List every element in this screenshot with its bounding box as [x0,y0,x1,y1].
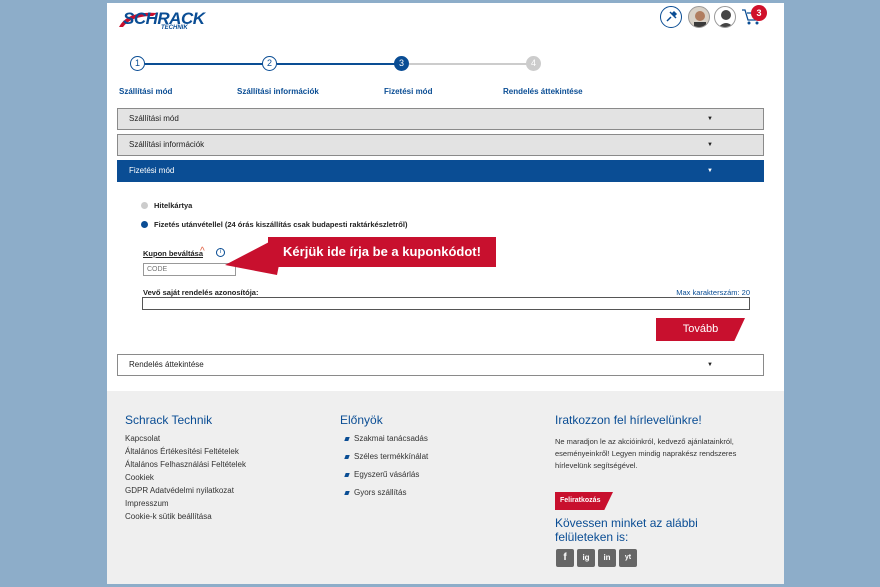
accordion-payment-mode[interactable]: Fizetési mód ▼ [117,160,764,182]
bullet-icon [344,490,350,495]
person-photo-icon [689,7,709,27]
instagram-icon[interactable]: ig [577,549,595,567]
chevron-down-icon: ▼ [707,362,713,368]
accordion-shipping-info[interactable]: Szállítási információk ▼ [117,134,764,156]
step-1-circle[interactable]: 1 [130,56,145,71]
footer-benefit-text: Egyszerű vásárlás [354,470,420,479]
bullet-icon [344,436,350,441]
footer-col3-title: Iratkozzon fel hírlevelünkre! [555,413,702,427]
order-id-input[interactable] [142,297,750,310]
coupon-toggle-label[interactable]: Kupon beváltása [143,249,203,258]
pin-button[interactable] [660,6,682,28]
logo-subtext: TECHNIK [161,25,188,31]
footer-link[interactable]: Cookie-k sütik beállítása [125,512,212,521]
chevron-down-icon: ▼ [707,142,713,148]
footer-benefit-item: Gyors szállítás [344,488,407,497]
footer-benefit-text: Szakmai tanácsadás [354,434,428,443]
checkout-page: SCHRACK TECHNIK 3 1 2 3 4 Szállítási mód… [107,3,784,584]
footer-benefit-item: Szakmai tanácsadás [344,434,428,443]
chevron-down-icon: ▼ [707,168,713,174]
footer-link[interactable]: Kapcsolat [125,434,160,443]
radio-dot-selected[interactable] [141,221,148,228]
step-3-label: Fizetési mód [384,87,433,96]
accordion-order-review-label: Rendelés áttekintése [129,360,204,369]
footer-benefit-item: Széles termékkínálat [344,452,429,461]
accordion-shipping-mode[interactable]: Szállítási mód ▼ [117,108,764,130]
bullet-icon [344,472,350,477]
accordion-shipping-mode-label: Szállítási mód [129,114,179,123]
step-3-circle: 3 [394,56,409,71]
radio-credit-card-label: Hitelkártya [154,201,193,210]
footer-link[interactable]: GDPR Adatvédelmi nyilatkozat [125,486,234,495]
next-button[interactable]: Tovább [656,318,745,341]
footer-benefit-text: Gyors szállítás [354,488,407,497]
footer-benefit-text: Széles termékkínálat [354,452,429,461]
step-connector-2 [277,63,397,65]
subscribe-button[interactable]: Feliratkozás [555,492,613,510]
footer-link[interactable]: Általános Értékesítési Feltételek [125,447,239,456]
step-1-label[interactable]: Szállítási mód [119,87,172,96]
facebook-icon[interactable]: f [556,549,574,567]
newsletter-text: Ne maradjon le az akcióinkról, kedvező a… [555,437,737,470]
bullet-icon [344,454,350,459]
chevron-up-icon[interactable]: ^ [200,246,205,257]
footer-col2-title: Előnyök [340,413,383,427]
user-icon [718,10,734,27]
schrack-logo[interactable]: SCHRACK TECHNIK [117,9,205,31]
accordion-shipping-info-label: Szállítási információk [129,140,205,149]
footer-benefit-item: Egyszerű vásárlás [344,470,420,479]
footer-link[interactable]: Impresszum [125,499,169,508]
footer-link[interactable]: Cookiek [125,473,154,482]
step-4-circle: 4 [526,56,541,71]
order-id-label: Vevő saját rendelés azonosítója: [143,288,259,297]
step-connector-3 [409,63,529,65]
footer-col1-title: Schrack Technik [125,413,213,427]
linkedin-icon[interactable]: in [598,549,616,567]
cart-count-badge: 3 [751,5,767,21]
follow-us-text: Kövessen minket az alábbi felületeken is… [555,516,698,544]
footer-link[interactable]: Általános Felhasználási Feltételek [125,460,246,469]
accordion-order-review[interactable]: Rendelés áttekintése ▼ [117,354,764,376]
chevron-down-icon: ▼ [707,116,713,122]
radio-dot-unselected[interactable] [141,202,148,209]
header: SCHRACK TECHNIK 3 [107,3,784,43]
max-chars-hint: Max karakterszám: 20 [676,288,750,297]
step-2-label[interactable]: Szállítási információk [237,87,319,96]
contact-avatar[interactable] [688,6,710,28]
step-4-label: Rendelés áttekintése [503,87,583,96]
pin-icon [666,10,678,22]
accordion-payment-mode-label: Fizetési mód [129,166,175,175]
coupon-callout: Kérjük ide írja be a kuponkódot! [268,237,496,267]
step-connector-1 [145,63,265,65]
user-account-button[interactable] [714,6,736,28]
step-2-circle[interactable]: 2 [262,56,277,71]
radio-cod-label: Fizetés utánvétellel (24 órás kiszállítá… [154,220,408,229]
youtube-icon[interactable]: yt [619,549,637,567]
